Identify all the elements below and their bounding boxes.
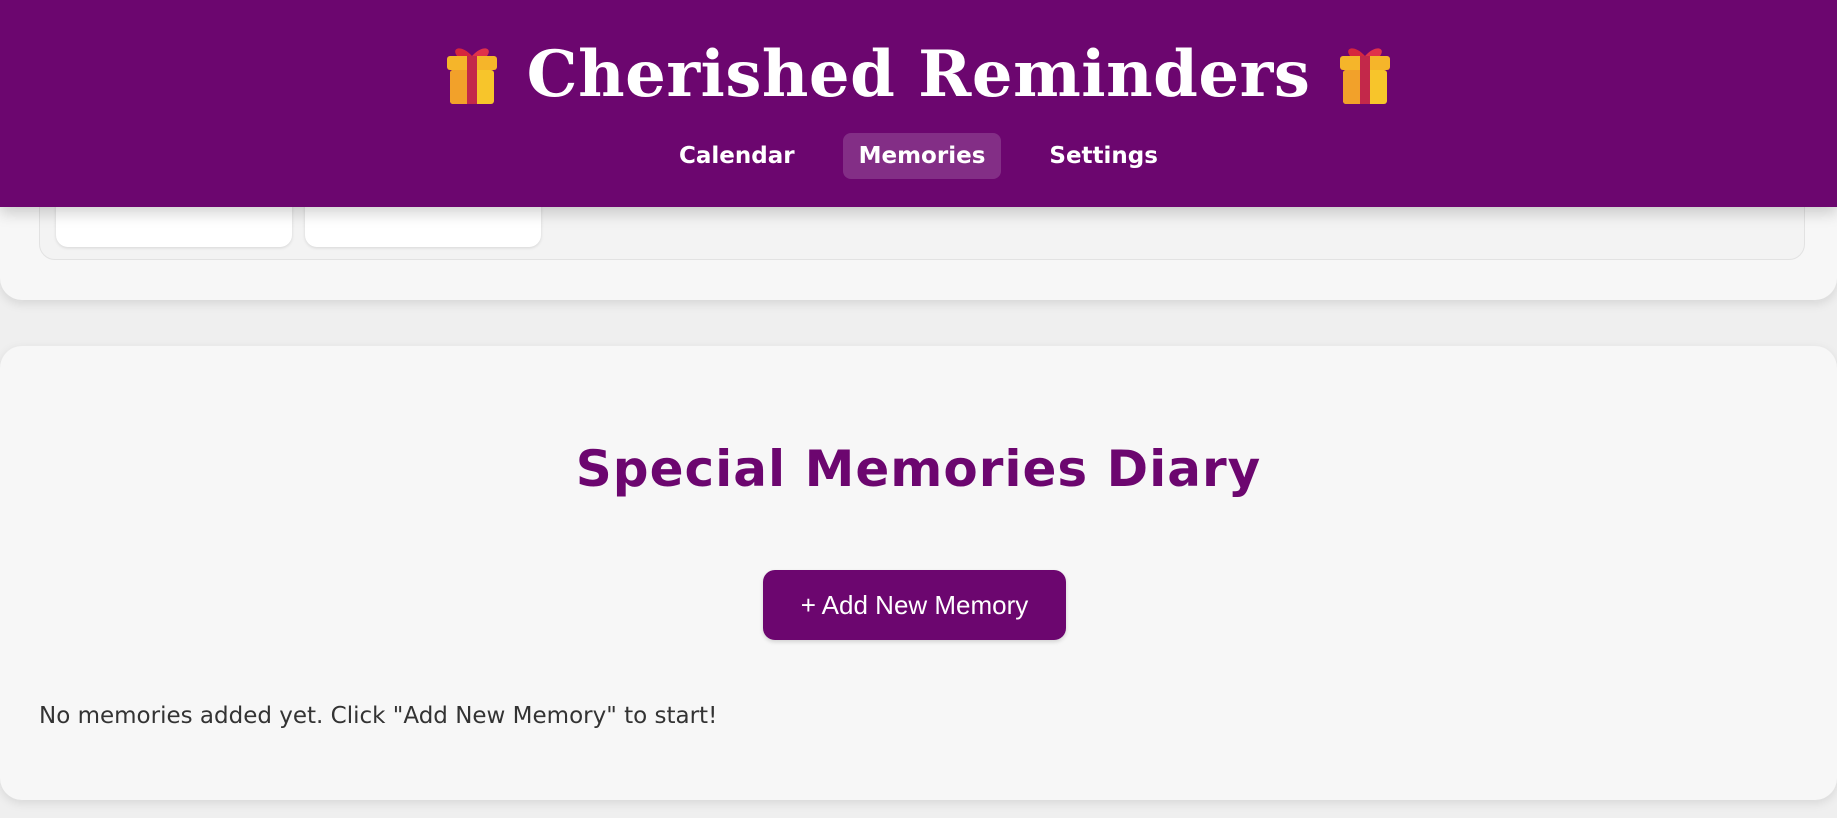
tab-calendar[interactable]: Calendar [663, 133, 811, 179]
tab-settings[interactable]: Settings [1033, 133, 1174, 179]
add-memory-button[interactable]: + Add New Memory [763, 570, 1066, 640]
gift-icon [446, 48, 497, 104]
main-nav: Calendar Memories Settings [0, 133, 1837, 179]
memories-section: Special Memories Diary + Add New Memory … [0, 346, 1837, 800]
app-header: Cherished Reminders Calendar Memories Se… [0, 0, 1837, 207]
gift-icon [1340, 48, 1391, 104]
app-title: Cherished Reminders [526, 36, 1311, 112]
empty-state-message: No memories added yet. Click "Add New Me… [39, 703, 718, 729]
tab-memories[interactable]: Memories [842, 133, 1002, 179]
section-title: Special Memories Diary [575, 440, 1262, 498]
title-row: Cherished Reminders [0, 34, 1837, 114]
